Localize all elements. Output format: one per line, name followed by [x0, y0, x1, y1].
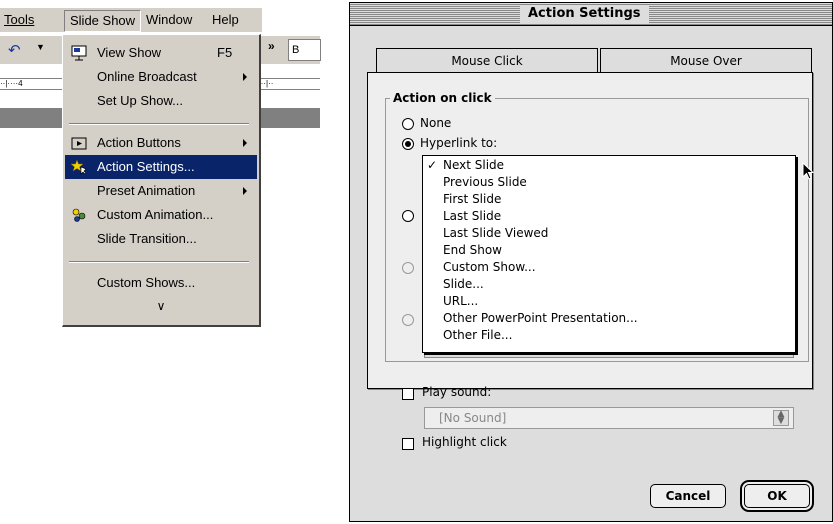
- workspace-strip-left: [0, 108, 62, 128]
- menu-separator: [69, 261, 249, 263]
- expand-menu-chevron-icon[interactable]: ∨: [63, 299, 259, 313]
- action-settings-icon: [71, 159, 87, 175]
- radio-none-label: None: [420, 116, 452, 130]
- menu-item-custom-shows[interactable]: Custom Shows...: [65, 271, 257, 295]
- radio-run-program[interactable]: [402, 210, 414, 222]
- option-slide[interactable]: Slide...: [443, 276, 484, 292]
- menu-item-slide-transition[interactable]: Slide Transition...: [65, 227, 257, 251]
- sound-select[interactable]: [No Sound] ▲ ▼: [424, 407, 794, 429]
- hyperlink-dropdown-list[interactable]: ✓ Next Slide Previous Slide First Slide …: [422, 155, 796, 353]
- view-show-icon: [71, 45, 87, 61]
- option-last-slide[interactable]: Last Slide: [443, 208, 501, 224]
- custom-animation-icon: [72, 208, 86, 222]
- menu-tools[interactable]: Tools: [4, 12, 34, 27]
- option-next-slide[interactable]: Next Slide: [443, 157, 504, 173]
- option-previous-slide[interactable]: Previous Slide: [443, 174, 527, 190]
- menu-item-custom-animation[interactable]: Custom Animation...: [65, 203, 257, 227]
- radio-none[interactable]: [402, 118, 414, 130]
- menu-item-preset-animation[interactable]: Preset Animation: [65, 179, 257, 203]
- toolbar-overflow-icon[interactable]: »: [268, 39, 275, 53]
- menu-item-action-settings[interactable]: Action Settings...: [65, 155, 257, 179]
- option-first-slide[interactable]: First Slide: [443, 191, 501, 207]
- menu-slide-show[interactable]: Slide Show: [64, 10, 142, 32]
- play-sound-checkbox[interactable]: [402, 388, 414, 400]
- option-last-slide-viewed[interactable]: Last Slide Viewed: [443, 225, 548, 241]
- mouse-pointer-icon: [802, 162, 815, 180]
- ruler-right: ···|··: [258, 78, 320, 90]
- font-box[interactable]: B: [288, 39, 321, 61]
- highlight-click-label: Highlight click: [422, 435, 507, 449]
- option-other-file[interactable]: Other File...: [443, 327, 512, 343]
- menu-window[interactable]: Window: [146, 12, 192, 27]
- powerpoint-window: Tools Slide Show Window Help ↶ ▼ » B ··|…: [0, 0, 321, 330]
- checkmark-icon: ✓: [427, 158, 438, 172]
- submenu-arrow-icon: [243, 139, 247, 147]
- radio-hyperlink-label: Hyperlink to:: [420, 136, 498, 150]
- undo-icon[interactable]: ↶: [8, 41, 21, 59]
- toolbar-right: » B: [258, 36, 321, 64]
- menu-help[interactable]: Help: [212, 12, 239, 27]
- cancel-button[interactable]: Cancel: [650, 484, 726, 508]
- option-other-powerpoint[interactable]: Other PowerPoint Presentation...: [443, 310, 638, 326]
- radio-object-action[interactable]: [402, 314, 414, 326]
- dialog-title-bar[interactable]: Action Settings: [350, 3, 832, 26]
- radio-run-macro[interactable]: [402, 262, 414, 274]
- undo-dropdown-icon[interactable]: ▼: [36, 42, 45, 52]
- ok-button[interactable]: OK: [744, 484, 810, 508]
- menu-separator: [69, 123, 249, 125]
- dialog-title: Action Settings: [520, 5, 649, 23]
- submenu-arrow-icon: [243, 187, 247, 195]
- tab-mouse-over[interactable]: Mouse Over: [600, 48, 812, 74]
- option-custom-show[interactable]: Custom Show...: [443, 259, 536, 275]
- menu-item-view-show[interactable]: View Show F5: [65, 41, 257, 65]
- menu-item-online-broadcast[interactable]: Online Broadcast: [65, 65, 257, 89]
- menu-item-action-buttons[interactable]: Action Buttons: [65, 131, 257, 155]
- option-url[interactable]: URL...: [443, 293, 478, 309]
- tab-mouse-click[interactable]: Mouse Click: [376, 48, 598, 74]
- stepper-arrows-icon: ▲ ▼: [773, 410, 789, 426]
- ruler-left: ··|····4: [0, 78, 62, 90]
- slide-show-menu: View Show F5 Online Broadcast Set Up Sho…: [62, 34, 261, 327]
- radio-hyperlink[interactable]: [402, 138, 414, 150]
- submenu-arrow-icon: [243, 73, 247, 81]
- menu-bar: Tools Slide Show Window Help: [0, 8, 262, 32]
- action-buttons-icon: [71, 137, 87, 150]
- option-end-show[interactable]: End Show: [443, 242, 502, 258]
- group-title: Action on click: [390, 91, 495, 105]
- menu-item-set-up-show[interactable]: Set Up Show...: [65, 89, 257, 113]
- toolbar-left: ↶ ▼: [0, 36, 62, 64]
- play-sound-label: Play sound:: [422, 385, 492, 399]
- workspace-strip-right: [258, 108, 320, 128]
- highlight-click-checkbox[interactable]: [402, 438, 414, 450]
